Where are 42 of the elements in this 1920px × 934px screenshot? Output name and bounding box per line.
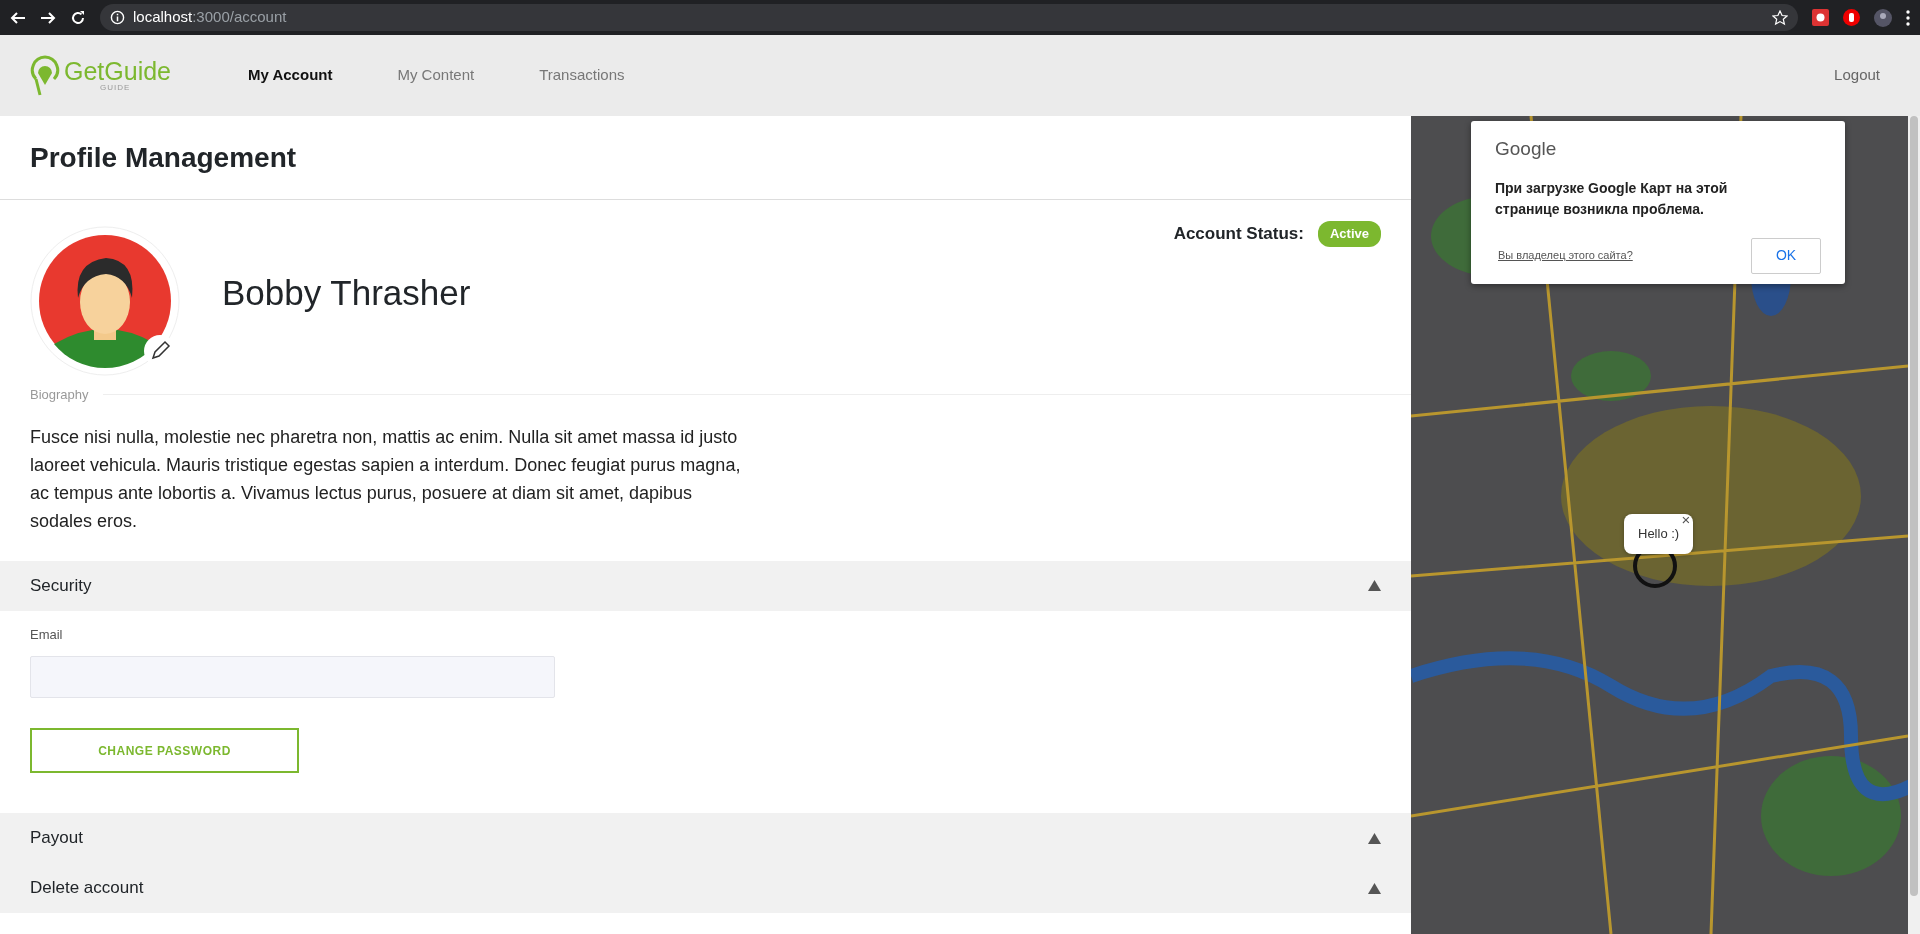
ok-button[interactable]: OK (1751, 237, 1821, 274)
scrollbar-thumb[interactable] (1910, 116, 1918, 896)
section-header[interactable]: Security (0, 560, 1411, 611)
nav-tab[interactable]: My Account (248, 64, 333, 87)
avatar-icon[interactable] (1874, 8, 1892, 27)
section-title: Payout (30, 827, 83, 850)
nav-tab[interactable]: Transactions (539, 64, 625, 87)
section-title: Security (30, 574, 92, 597)
google-logo-text: Google (1495, 137, 1558, 161)
map-pin-icon (30, 54, 60, 97)
close-button[interactable]: × (1681, 512, 1691, 527)
owner-link[interactable]: Вы владелец этого сайта? (1498, 247, 1633, 264)
info-icon[interactable] (110, 10, 125, 25)
caret-icon[interactable] (1368, 882, 1381, 894)
logo-tagline: GUIDE (100, 84, 132, 92)
section-label: Biography (30, 386, 89, 404)
caret-icon[interactable] (1368, 832, 1381, 844)
logout-link[interactable]: Logout (1834, 64, 1880, 87)
email-field[interactable] (30, 656, 555, 698)
status-label: Account Status: (1173, 223, 1304, 245)
url-text: localhost:3000/account (133, 7, 287, 28)
extension-icon[interactable] (1812, 9, 1829, 26)
nav-tab[interactable]: My Content (397, 64, 475, 87)
star-icon[interactable] (1772, 9, 1788, 26)
address-bar[interactable]: localhost:3000/account (100, 4, 1798, 31)
reload-icon[interactable] (70, 9, 86, 26)
info-text: Hello :) (1638, 526, 1680, 541)
menu-icon[interactable] (1906, 9, 1910, 26)
page-title: Profile Management (0, 116, 1411, 200)
logo-text: GetGuide (64, 59, 171, 84)
section-header[interactable]: Payout (0, 813, 1411, 863)
caret-icon[interactable] (1368, 580, 1381, 591)
profile-name: Bobby Thrasher (222, 272, 471, 314)
dialog-message: При загрузке Google Карт на этой странице возникла проблема. (1495, 178, 1729, 219)
forward-icon[interactable] (40, 9, 56, 26)
section-title: Delete account (30, 877, 144, 900)
biography-text: Fusce nisi nulla, molestie nec pharetra non, mattis ac enim. Nulla sit amet massa id justo laoreet vehicula. Mauris tristique egestas sapien a interdum. Donec feugiat purus magna, ac tempus ante lobortis a. Vivamus lectus purus, posuere at diam sit amet, dapibus sodales eros. (30, 425, 742, 533)
section-header[interactable]: Delete account (0, 863, 1411, 913)
back-icon[interactable] (10, 9, 26, 26)
field-label: Email (30, 625, 64, 644)
hand-icon[interactable] (1843, 9, 1860, 26)
status-badge: Active (1317, 221, 1381, 247)
